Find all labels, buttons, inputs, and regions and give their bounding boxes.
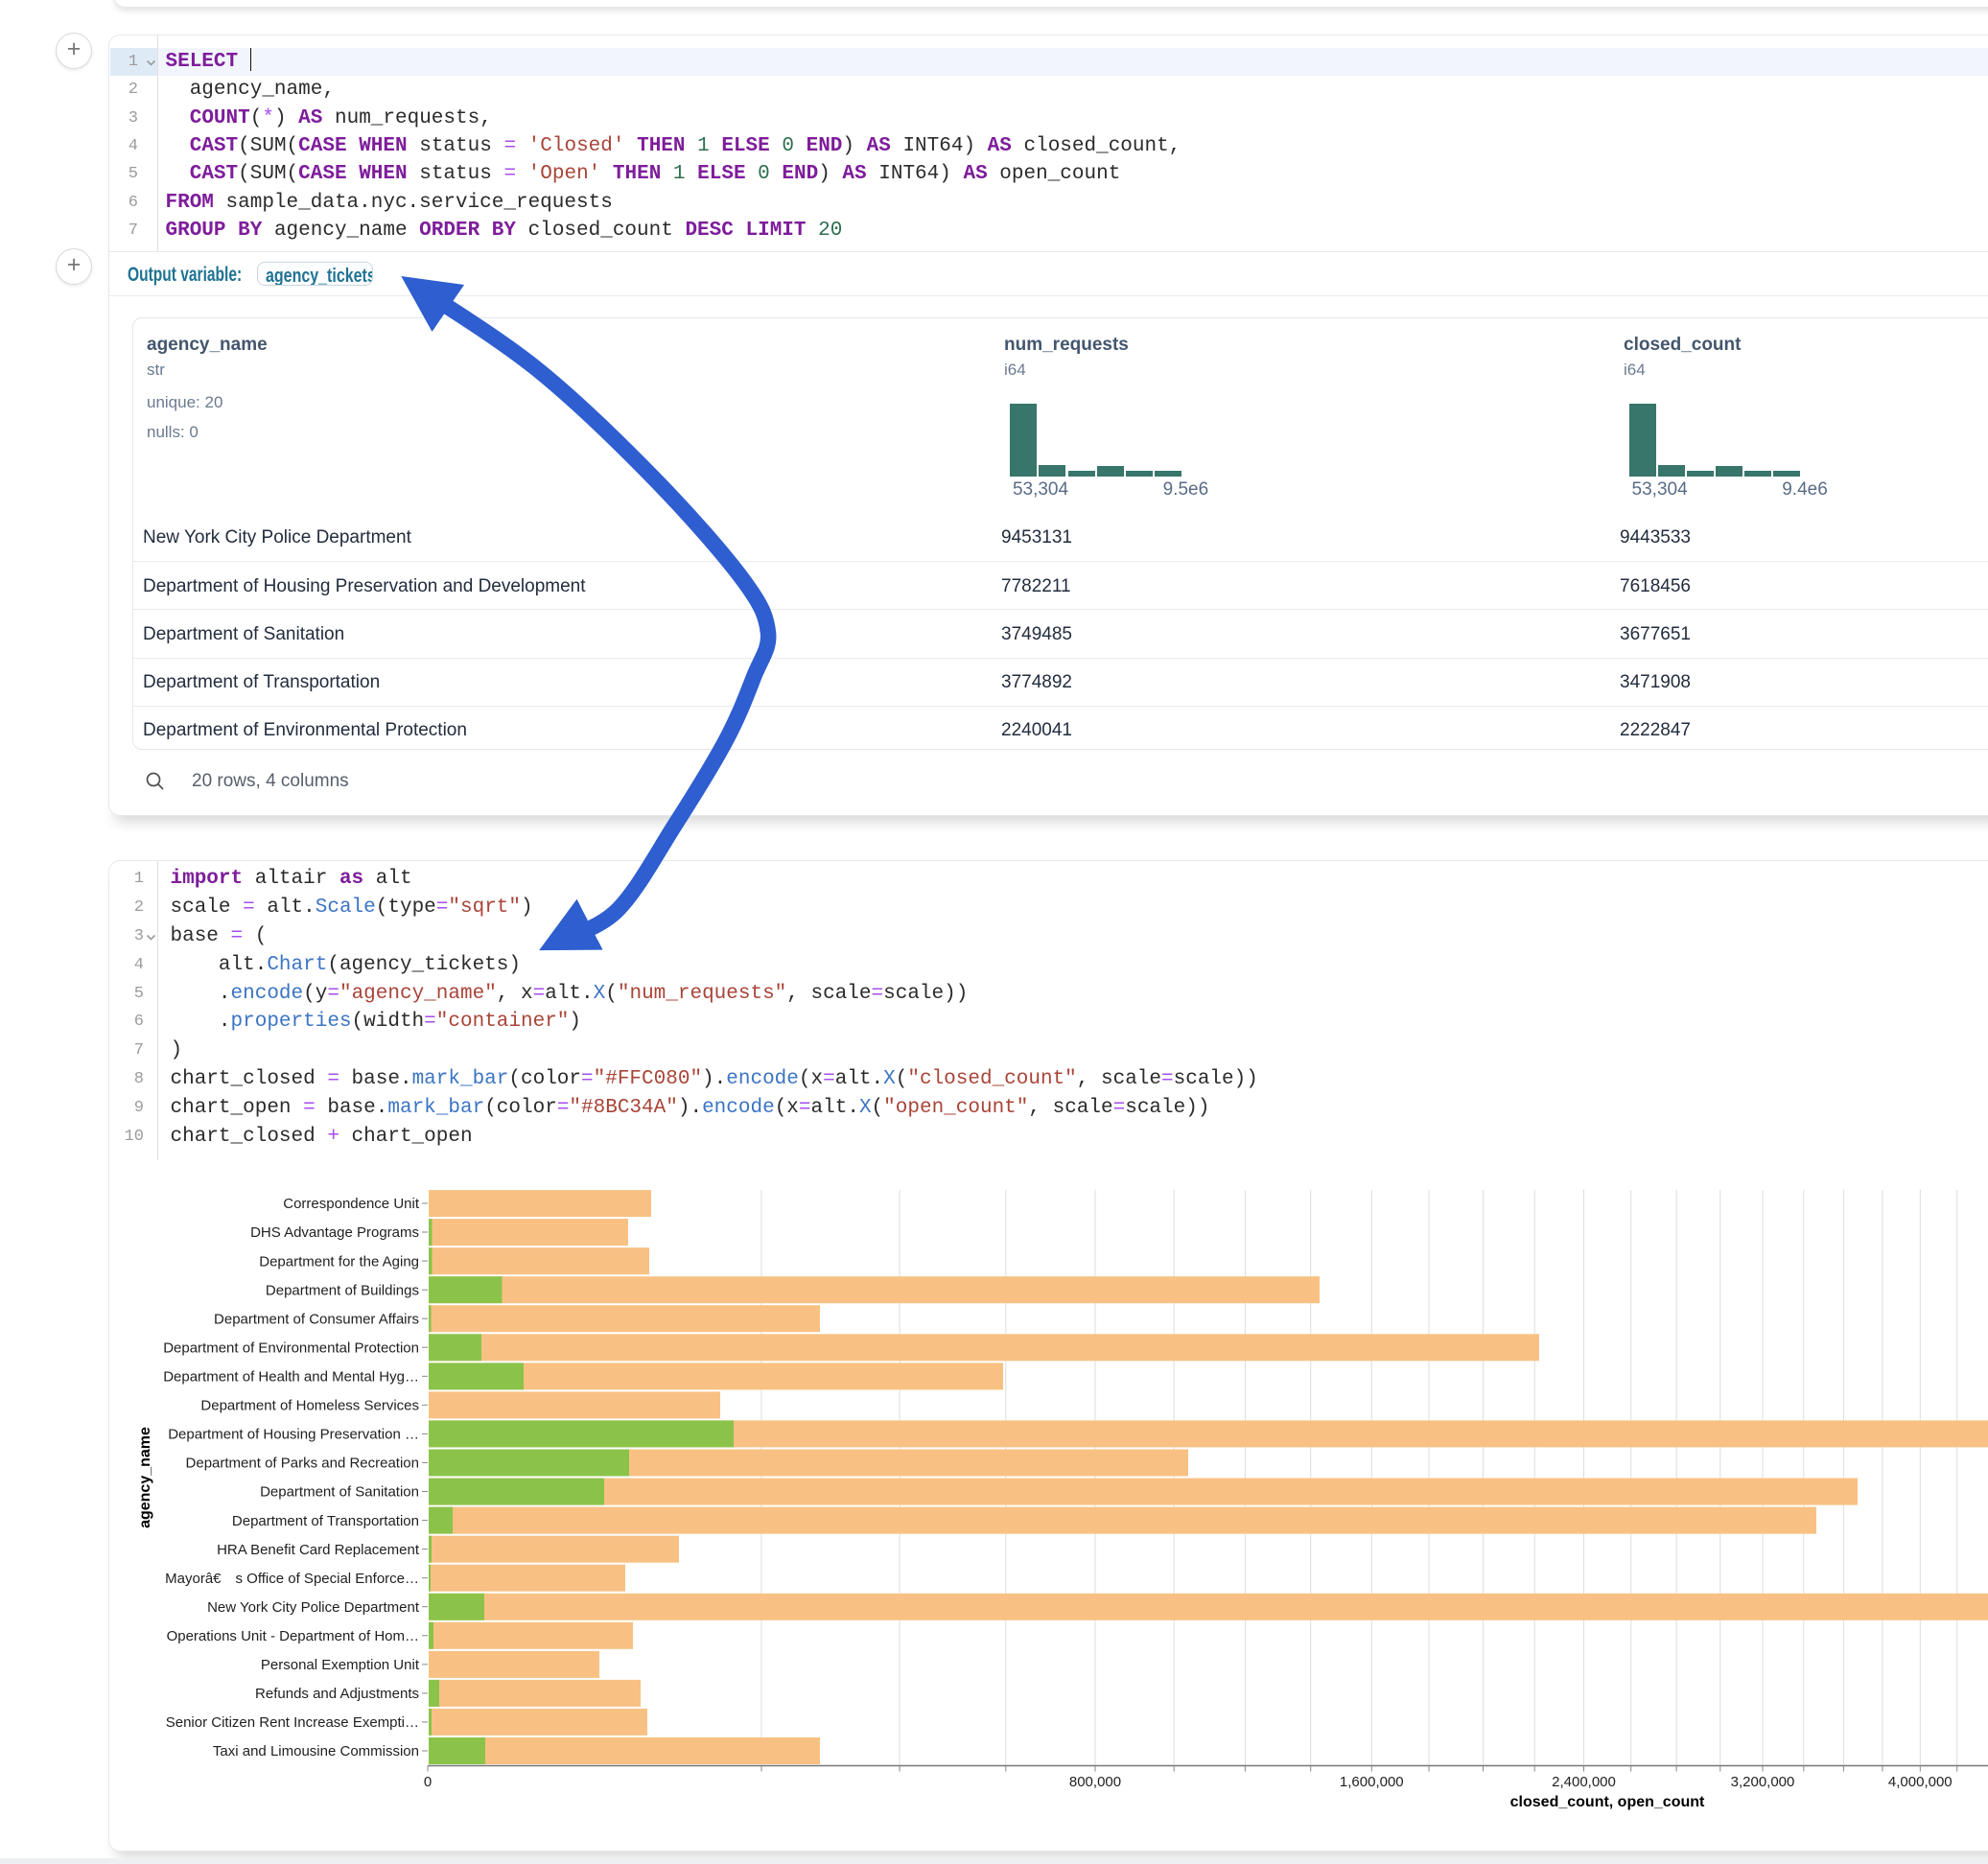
svg-text:Department of Health and Menta: Department of Health and Mental Hyg… — [163, 1369, 419, 1386]
svg-text:Mayorâ€ s Office of Special En: Mayorâ€ s Office of Special Enforce… — [165, 1571, 419, 1587]
svg-text:Personal Exemption Unit: Personal Exemption Unit — [261, 1657, 420, 1673]
svg-text:Department of Consumer Affairs: Department of Consumer Affairs — [214, 1311, 419, 1327]
svg-text:Department of Sanitation: Department of Sanitation — [260, 1484, 419, 1501]
svg-text:Department of Housing Preserva: Department of Housing Preservation … — [168, 1427, 419, 1443]
svg-text:0: 0 — [424, 1774, 432, 1790]
svg-text:2,400,000: 2,400,000 — [1552, 1774, 1616, 1790]
svg-text:4,000,000: 4,000,000 — [1888, 1774, 1953, 1790]
svg-text:3,200,000: 3,200,000 — [1731, 1774, 1795, 1790]
svg-text:Operations Unit - Department o: Operations Unit - Department of Hom… — [167, 1628, 419, 1644]
svg-text:Department of Parks and Recrea: Department of Parks and Recreation — [186, 1456, 419, 1472]
svg-text:New York City Police Departmen: New York City Police Department — [207, 1599, 420, 1616]
svg-text:Taxi and Limousine Commission: Taxi and Limousine Commission — [213, 1743, 419, 1759]
svg-text:Department of Environmental Pr: Department of Environmental Protection — [163, 1340, 419, 1356]
svg-text:HRA Benefit Card Replacement: HRA Benefit Card Replacement — [217, 1542, 420, 1558]
svg-text:1,600,000: 1,600,000 — [1340, 1774, 1404, 1790]
svg-text:Department of Transportation: Department of Transportation — [232, 1513, 419, 1529]
svg-text:DHS Advantage Programs: DHS Advantage Programs — [250, 1224, 419, 1241]
svg-text:800,000: 800,000 — [1069, 1774, 1121, 1790]
svg-text:closed_count, open_count: closed_count, open_count — [1510, 1794, 1705, 1810]
svg-text:Department of Buildings: Department of Buildings — [266, 1282, 419, 1298]
svg-text:Department for the Aging: Department for the Aging — [259, 1253, 419, 1270]
svg-text:agency_name: agency_name — [137, 1427, 153, 1528]
svg-text:Department of Homeless Service: Department of Homeless Services — [200, 1398, 419, 1414]
svg-text:Senior Citizen Rent Increase E: Senior Citizen Rent Increase Exempti… — [166, 1714, 419, 1731]
svg-text:Refunds and Adjustments: Refunds and Adjustments — [255, 1686, 419, 1702]
svg-text:Correspondence Unit: Correspondence Unit — [283, 1196, 420, 1212]
